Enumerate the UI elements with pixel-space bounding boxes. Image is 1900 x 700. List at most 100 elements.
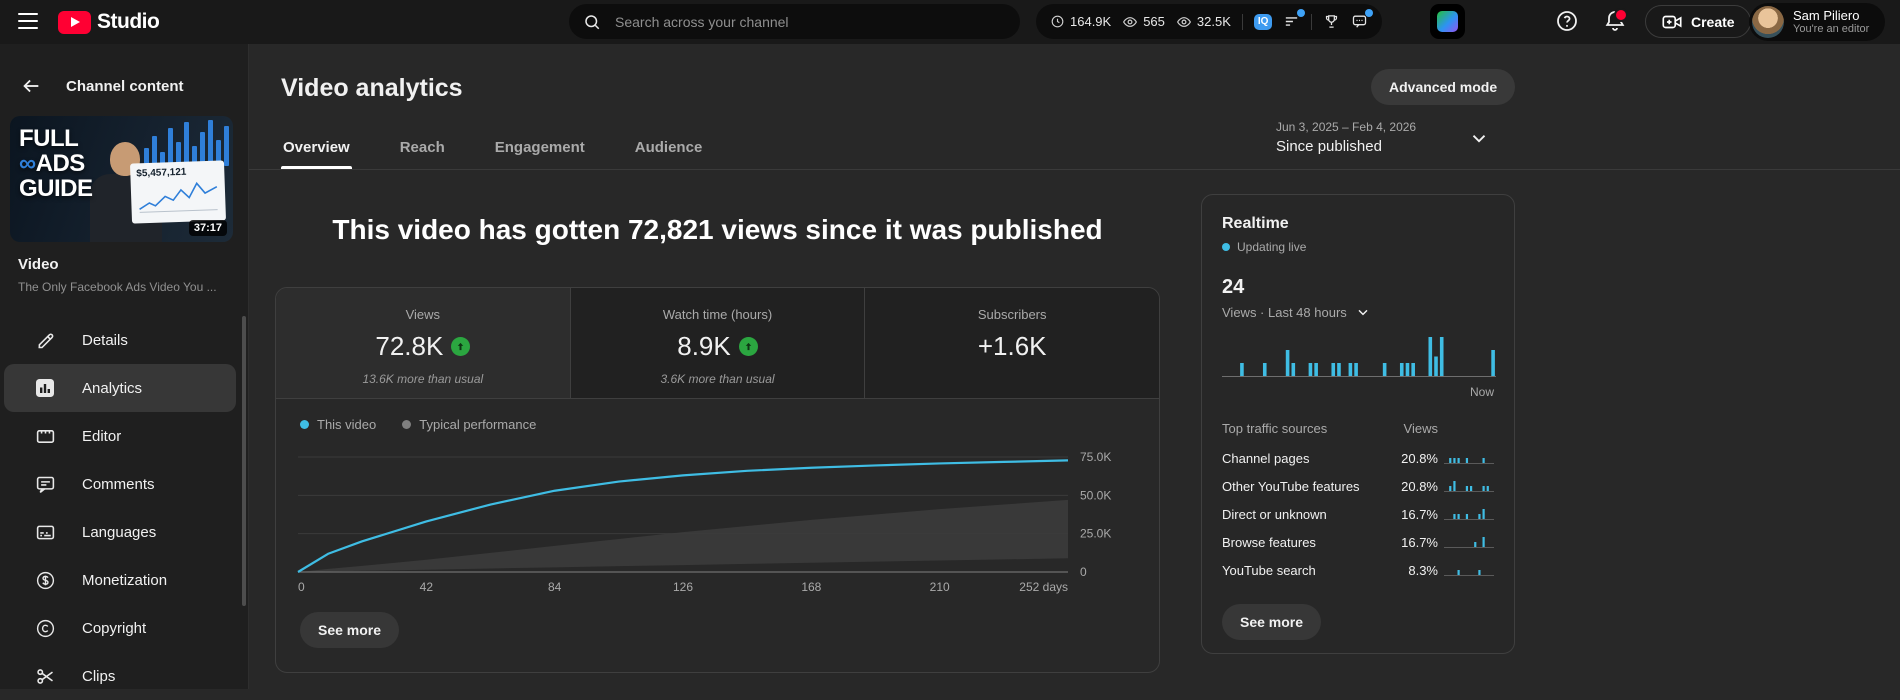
trophy-icon[interactable] [1323, 13, 1340, 30]
sidebar-item-label: Copyright [82, 620, 146, 637]
search-bar[interactable] [569, 4, 1020, 39]
search-input[interactable] [613, 13, 977, 31]
copyright-icon [34, 617, 56, 639]
studio-wordmark: Studio [97, 10, 159, 34]
hamburger-menu-icon[interactable] [18, 13, 38, 31]
sidebar-menu: DetailsAnalyticsEditor Comments Languages M… [0, 316, 248, 700]
traffic-sparkline [1444, 479, 1494, 493]
channel-stat-1: 565 [1122, 14, 1165, 30]
tab-engagement[interactable]: Engagement [493, 139, 587, 169]
date-range-picker[interactable]: Jun 3, 2025 – Feb 4, 2026 Since publishe… [1276, 120, 1490, 155]
chat-icon[interactable] [1351, 13, 1368, 30]
tab-reach[interactable]: Reach [398, 139, 447, 169]
create-button[interactable]: Create [1645, 5, 1751, 38]
trend-up-icon [451, 337, 470, 356]
channel-stats-bar[interactable]: 164.9K56532.5KIQ [1036, 4, 1382, 39]
sidebar-item-monetization[interactable]: Monetization [4, 556, 236, 604]
sidebar-item-languages[interactable]: Languages [4, 508, 236, 556]
notifications-button[interactable] [1600, 6, 1630, 36]
clock-icon [1050, 14, 1065, 29]
metric-tab-watch-time-hours-[interactable]: Watch time (hours) 8.9K 3.6K more than usu… [570, 288, 865, 398]
live-dot [1222, 243, 1230, 251]
tab-overview[interactable]: Overview [281, 139, 352, 169]
youtube-studio-logo[interactable]: Studio [58, 10, 159, 34]
avatar [1752, 6, 1784, 38]
channel-stat-2: 32.5K [1176, 14, 1231, 30]
metric-tab-views[interactable]: Views72.8K13.6K more than usual [276, 288, 570, 398]
overview-chart-card: Views72.8K13.6K more than usualWatch tim… [275, 287, 1160, 673]
badge-dot [1297, 9, 1305, 17]
help-button[interactable] [1552, 6, 1582, 36]
metric-label: Watch time (hours) [571, 307, 865, 322]
back-label: Channel content [66, 78, 184, 95]
svg-text:126: 126 [673, 580, 693, 594]
sidebar-item-details[interactable]: Details [4, 316, 236, 364]
realtime-card: Realtime Updating live 24 Views · Last 4… [1201, 194, 1515, 654]
sidebar: Channel content FULL ∞ADS GUIDE $5,457,1… [0, 44, 248, 689]
back-arrow-icon[interactable] [20, 75, 42, 97]
user-name: Sam Piliero [1793, 8, 1869, 23]
sidebar-item-analytics[interactable]: Analytics [4, 364, 236, 412]
extension-icon[interactable] [1430, 4, 1465, 39]
eye-icon [1176, 14, 1192, 30]
traffic-table-header: Top traffic sources Views [1222, 421, 1494, 436]
traffic-sparkline [1444, 451, 1494, 465]
svg-text:25.0K: 25.0K [1080, 527, 1111, 541]
realtime-views-selector[interactable]: Views · Last 48 hours [1222, 304, 1494, 320]
metric-tab-subscribers[interactable]: Subscribers+1.6K [864, 288, 1159, 398]
tab-audience[interactable]: Audience [633, 139, 705, 169]
updating-live-row: Updating live [1222, 240, 1494, 254]
iq-icon[interactable]: IQ [1254, 14, 1273, 30]
traffic-sparkline [1444, 507, 1494, 521]
eye-icon [1122, 14, 1138, 30]
svg-text:75.0K: 75.0K [1080, 450, 1111, 464]
metric-value: 72.8K [375, 331, 443, 362]
subtitles-icon [34, 521, 56, 543]
editor-icon [34, 425, 56, 447]
traffic-source: YouTube search [1222, 563, 1386, 578]
realtime-views-value: 24 [1222, 276, 1494, 299]
svg-text:50.0K: 50.0K [1080, 488, 1111, 502]
traffic-percent: 16.7% [1386, 507, 1438, 522]
video-thumbnail[interactable]: FULL ∞ADS GUIDE $5,457,121 37:17 [10, 116, 233, 242]
pencil-icon [34, 329, 56, 351]
traffic-row: Direct or unknown16.7% [1222, 500, 1494, 528]
video-meta: Video The Only Facebook Ads Video You ..… [18, 256, 236, 294]
analytics-tabs: Overview Reach Engagement Audience [249, 132, 1900, 170]
topbar: Studio 164.9K56532.5KIQ Create Sam Pilie… [0, 0, 1900, 44]
advanced-mode-button[interactable]: Advanced mode [1371, 69, 1515, 105]
sidebar-scrollbar[interactable] [242, 316, 246, 606]
sidebar-item-editor[interactable]: Editor [4, 412, 236, 460]
traffic-source: Browse features [1222, 535, 1386, 550]
metric-value: 8.9K [677, 331, 731, 362]
see-more-button[interactable]: See more [300, 612, 399, 648]
legend-item: Typical performance [402, 417, 536, 432]
analytics-icon [34, 377, 56, 399]
youtube-play-icon [58, 11, 91, 34]
date-range-text: Jun 3, 2025 – Feb 4, 2026 [1276, 120, 1416, 134]
create-label: Create [1691, 14, 1735, 30]
lines-icon[interactable] [1283, 13, 1300, 30]
back-row: Channel content [0, 68, 248, 104]
sidebar-item-label: Comments [82, 476, 155, 493]
dollar-icon [34, 569, 56, 591]
traffic-source: Other YouTube features [1222, 479, 1386, 494]
account-menu[interactable]: Sam Piliero You're an editor [1749, 3, 1885, 41]
realtime-see-more-button[interactable]: See more [1222, 604, 1321, 640]
svg-text:42: 42 [420, 580, 434, 594]
traffic-source: Direct or unknown [1222, 507, 1386, 522]
traffic-table: Channel pages20.8%Other YouTube features… [1222, 444, 1494, 584]
views-line-chart[interactable]: 025.0K50.0K75.0K04284126168210252 days [276, 432, 1157, 604]
sidebar-item-clips[interactable]: Clips [4, 652, 236, 700]
trend-up-icon [739, 337, 758, 356]
sidebar-item-label: Languages [82, 524, 156, 541]
metric-label: Subscribers [865, 307, 1159, 322]
traffic-source: Channel pages [1222, 451, 1386, 466]
sidebar-item-copyright[interactable]: Copyright [4, 604, 236, 652]
badge-dot [1365, 9, 1373, 17]
metric-label: Views [276, 307, 570, 322]
metric-note: 3.6K more than usual [571, 372, 865, 386]
chevron-down-icon [1355, 304, 1371, 320]
sidebar-item-comments[interactable]: Comments [4, 460, 236, 508]
legend-dot [402, 420, 411, 429]
